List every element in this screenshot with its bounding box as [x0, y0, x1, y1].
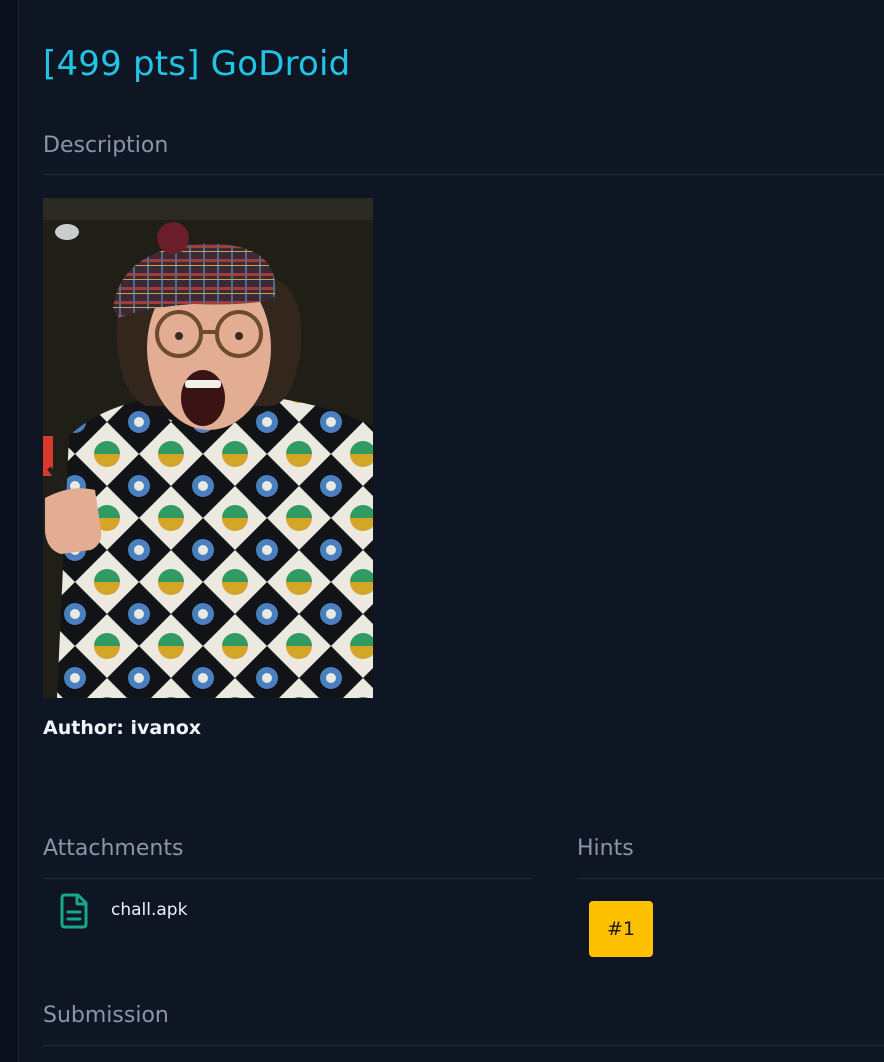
challenge-image: [43, 198, 373, 698]
hints-divider: [577, 878, 884, 879]
attachments-divider: [43, 878, 531, 879]
attachment-link[interactable]: chall.apk: [59, 893, 187, 929]
attachment-filename: chall.apk: [111, 900, 188, 920]
hint-button-1[interactable]: #1: [589, 901, 653, 957]
description-divider: [43, 174, 884, 175]
submission-heading: Submission: [43, 1003, 169, 1028]
file-text-icon: [59, 893, 89, 929]
challenge-title: [499 pts] GoDroid: [43, 44, 351, 84]
description-heading: Description: [43, 133, 169, 158]
challenge-detail: [499 pts] GoDroid Description Author: iv…: [43, 0, 884, 1062]
left-sidebar-edge: [0, 0, 19, 1062]
attachments-heading: Attachments: [43, 836, 184, 861]
hints-heading: Hints: [577, 836, 634, 861]
submission-divider: [43, 1045, 884, 1046]
challenge-author: Author: ivanox: [43, 717, 202, 739]
